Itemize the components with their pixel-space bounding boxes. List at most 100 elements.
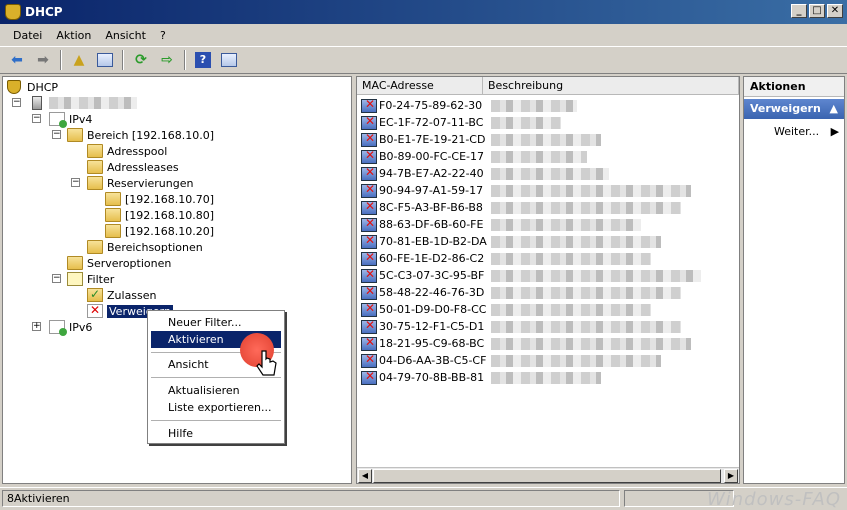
table-row[interactable]: 88-63-DF-6B-60-FE — [361, 216, 641, 233]
tree-node-reservation[interactable]: [192.168.10.70] — [105, 191, 214, 207]
redacted-description — [491, 100, 577, 112]
tree-node-reservation[interactable]: [192.168.10.20] — [105, 223, 214, 239]
actions-title: Aktionen — [744, 77, 844, 97]
table-row[interactable]: 5C-C3-07-3C-95-BF — [361, 267, 701, 284]
table-row[interactable]: 58-48-22-46-76-3D — [361, 284, 681, 301]
table-row[interactable]: 50-01-D9-D0-F8-CC — [361, 301, 651, 318]
scroll-right-icon[interactable]: ▶ — [724, 469, 738, 483]
hand-cursor-icon — [256, 350, 277, 376]
tree-node-ipv4[interactable]: IPv4 — [49, 111, 92, 128]
menu-item-hilfe[interactable]: Hilfe — [151, 425, 281, 442]
watermark: Windows-FAQ — [706, 489, 841, 510]
mac-address: B0-89-00-FC-CE-17 — [379, 150, 485, 163]
table-row[interactable]: EC-1F-72-07-11-BC — [361, 114, 561, 131]
mac-address: 18-21-95-C9-68-BC — [379, 337, 485, 350]
table-row[interactable]: 8C-F5-A3-BF-B6-B8 — [361, 199, 681, 216]
redacted-description — [491, 151, 587, 163]
menu-item-liste-exportieren[interactable]: Liste exportieren... — [151, 399, 281, 416]
status-bar: 8Aktivieren Windows-FAQ — [0, 487, 847, 510]
table-row[interactable]: 04-79-70-8B-BB-81 — [361, 369, 601, 386]
mac-address: 30-75-12-F1-C5-D1 — [379, 320, 485, 333]
denied-mac-icon — [361, 352, 377, 368]
denied-mac-icon — [361, 97, 377, 113]
actions-section-verweigern[interactable]: Verweigern ▲ — [744, 99, 844, 119]
refresh-icon[interactable]: ⟳ — [130, 49, 152, 71]
tree-node-zulassen[interactable]: Zulassen — [87, 287, 157, 303]
actions-section-label: Verweigern — [750, 102, 821, 115]
folder-icon — [87, 240, 103, 254]
menu-datei[interactable]: Datei — [6, 27, 49, 44]
table-row[interactable]: F0-24-75-89-62-30 — [361, 97, 577, 114]
collapse-icon[interactable]: − — [12, 98, 21, 107]
export-icon[interactable]: ⇨ — [156, 49, 178, 71]
menu-help[interactable]: ? — [153, 27, 173, 44]
folder-icon — [87, 160, 103, 174]
tree-label: Filter — [87, 272, 115, 286]
minimize-button[interactable]: _ — [791, 4, 807, 18]
redacted-description — [491, 134, 601, 146]
reservation-icon — [105, 224, 121, 238]
tree-node-ipv6[interactable]: IPv6 — [49, 319, 92, 336]
redacted-server-name — [49, 97, 137, 109]
help-icon[interactable]: ? — [192, 49, 214, 71]
table-row[interactable]: 30-75-12-F1-C5-D1 — [361, 318, 681, 335]
scroll-thumb[interactable] — [373, 469, 721, 483]
column-header-description[interactable]: Beschreibung — [483, 77, 739, 95]
column-header-mac[interactable]: MAC-Adresse — [357, 77, 483, 95]
tree-node-serveroptionen[interactable]: Serveroptionen — [67, 255, 171, 271]
list-pane: MAC-Adresse Beschreibung F0-24-75-89-62-… — [356, 76, 740, 484]
redacted-description — [491, 321, 681, 333]
collapse-icon[interactable]: − — [71, 178, 80, 187]
tree-node-dhcp[interactable]: DHCP — [7, 79, 58, 95]
redacted-description — [491, 304, 651, 316]
tree-node-reservation[interactable]: [192.168.10.80] — [105, 207, 214, 223]
close-button[interactable]: ✕ — [827, 4, 843, 18]
show-action-pane-icon[interactable] — [218, 49, 240, 71]
collapse-icon[interactable]: − — [52, 130, 61, 139]
actions-item-weiter[interactable]: Weiter... ▶ — [774, 125, 839, 138]
menu-ansicht[interactable]: Ansicht — [98, 27, 153, 44]
menu-aktion[interactable]: Aktion — [49, 27, 98, 44]
horizontal-scrollbar[interactable]: ◀ ▶ — [357, 467, 739, 483]
table-row[interactable]: 60-FE-1E-D2-86-C2 — [361, 250, 651, 267]
scroll-left-icon[interactable]: ◀ — [358, 469, 372, 483]
tree-node-bereich[interactable]: Bereich [192.168.10.0] — [67, 127, 214, 143]
server-icon — [32, 96, 42, 110]
folder-icon — [87, 144, 103, 158]
mac-address: 94-7B-E7-A2-22-40 — [379, 167, 484, 180]
maximize-button[interactable]: □ — [809, 4, 825, 18]
forward-arrow-icon[interactable]: ➡ — [32, 49, 54, 71]
toolbar: ⬅ ➡ ▲ ⟳ ⇨ ? — [0, 46, 847, 74]
collapse-up-icon[interactable]: ▲ — [830, 99, 838, 119]
expand-icon[interactable]: + — [32, 322, 41, 331]
menu-item-neuer-filter[interactable]: Neuer Filter... — [151, 314, 281, 331]
mac-address: F0-24-75-89-62-30 — [379, 99, 483, 112]
tree-node-adresspool[interactable]: Adresspool — [87, 143, 167, 159]
table-row[interactable]: B0-89-00-FC-CE-17 — [361, 148, 587, 165]
tree-label: Serveroptionen — [87, 256, 172, 270]
reservation-icon — [105, 192, 121, 206]
denied-mac-icon — [361, 148, 377, 164]
table-row[interactable]: 04-D6-AA-3B-C5-CF — [361, 352, 661, 369]
table-row[interactable]: B0-E1-7E-19-21-CD — [361, 131, 601, 148]
table-row[interactable]: 90-94-97-A1-59-17 — [361, 182, 691, 199]
tree-node-adressleases[interactable]: Adressleases — [87, 159, 179, 175]
back-arrow-icon[interactable]: ⬅ — [6, 49, 28, 71]
table-row[interactable]: 94-7B-E7-A2-22-40 — [361, 165, 609, 182]
table-row[interactable]: 18-21-95-C9-68-BC — [361, 335, 691, 352]
folder-icon — [67, 256, 83, 270]
tree-node-server[interactable] — [29, 95, 137, 111]
table-row[interactable]: 70-81-EB-1D-B2-DA — [361, 233, 661, 250]
redacted-description — [491, 202, 681, 214]
denied-mac-icon — [361, 131, 377, 147]
collapse-icon[interactable]: − — [32, 114, 41, 123]
show-hide-tree-icon[interactable] — [94, 49, 116, 71]
tree-node-bereichsoptionen[interactable]: Bereichsoptionen — [87, 239, 203, 255]
tree-label: Zulassen — [107, 288, 157, 302]
up-folder-icon[interactable]: ▲ — [68, 49, 90, 71]
collapse-icon[interactable]: − — [52, 274, 61, 283]
denied-mac-icon — [361, 369, 377, 385]
tree-node-reservierungen[interactable]: Reservierungen — [87, 175, 193, 191]
menu-item-aktualisieren[interactable]: Aktualisieren — [151, 382, 281, 399]
tree-node-filter[interactable]: Filter — [67, 271, 114, 287]
